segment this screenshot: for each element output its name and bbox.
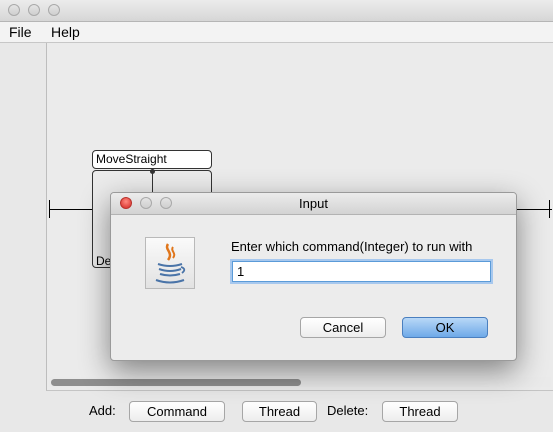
timeline-start-tick [49, 200, 50, 218]
add-command-button[interactable]: Command [129, 401, 225, 422]
dialog-prompt: Enter which command(Integer) to run with [231, 239, 473, 254]
cancel-button[interactable]: Cancel [300, 317, 386, 338]
dialog-title: Input [299, 196, 328, 211]
window-close-button[interactable] [8, 4, 20, 16]
node-connector-dot [150, 169, 155, 174]
menu-bar: File Help [0, 22, 553, 43]
window-minimize-button[interactable] [28, 4, 40, 16]
command-node-title[interactable]: MoveStraight [92, 150, 212, 169]
ok-button[interactable]: OK [402, 317, 488, 338]
delete-label: Delete: [327, 403, 369, 418]
add-thread-button[interactable]: Thread [242, 401, 317, 422]
timeline-end-tick [549, 200, 550, 218]
bottom-toolbar: Add: Command Thread Delete: Thread [0, 392, 553, 432]
command-integer-input[interactable] [232, 261, 491, 282]
window-titlebar [0, 0, 553, 22]
delete-thread-button[interactable]: Thread [382, 401, 458, 422]
dialog-titlebar: Input [111, 193, 516, 215]
add-label: Add: [89, 403, 116, 418]
java-coffee-cup-icon [145, 237, 195, 289]
scrollbar-thumb[interactable] [51, 379, 301, 386]
window-maximize-button[interactable] [48, 4, 60, 16]
menu-help[interactable]: Help [51, 23, 80, 41]
horizontal-scrollbar[interactable] [49, 377, 551, 387]
menu-file[interactable]: File [9, 23, 32, 41]
input-dialog: Input Enter which command(Integer) to ru… [110, 192, 517, 361]
